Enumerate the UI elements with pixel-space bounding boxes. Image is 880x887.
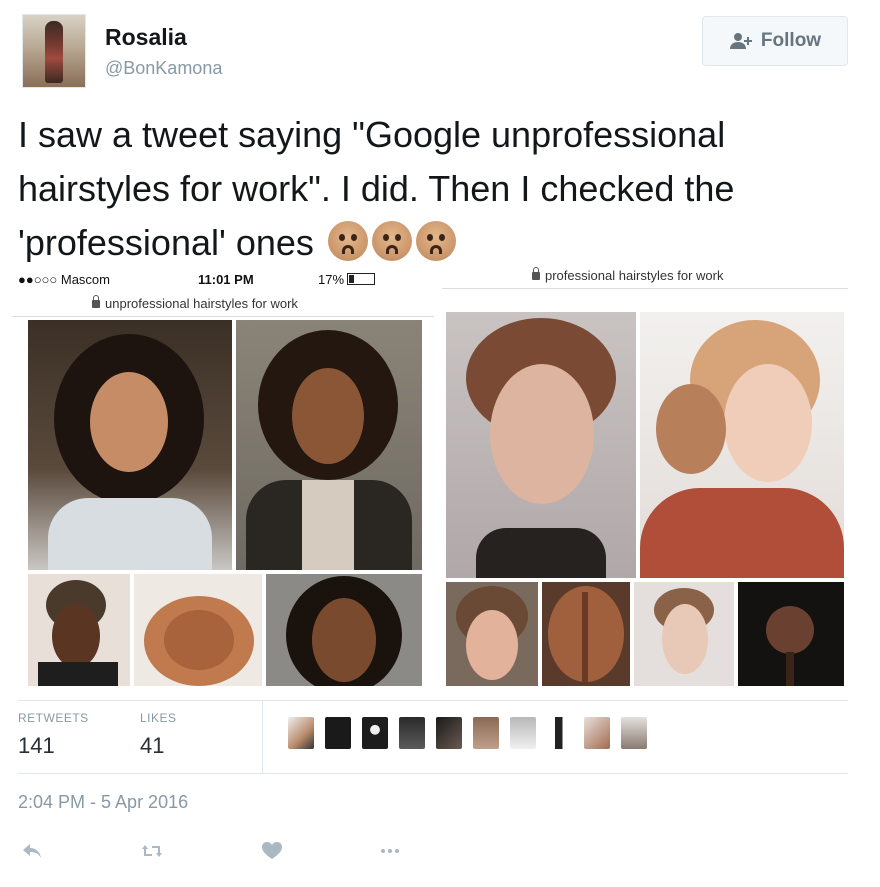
liker-avatar[interactable] [362,717,388,749]
tweet-line: hairstyles for work". I did. Then I chec… [18,168,735,209]
image-thumb[interactable] [446,582,538,686]
search-url: professional hairstyles for work [532,267,724,283]
avatar[interactable] [22,14,86,88]
liker-avatar[interactable] [584,717,610,749]
author-handle[interactable]: @BonKamona [105,58,222,79]
liker-avatar[interactable] [510,717,536,749]
retweets-count: 141 [18,733,55,758]
image-thumb[interactable] [28,320,232,570]
clock: 11:01 PM [198,271,254,287]
retweets-stat[interactable]: RETWEETS 141 [18,711,89,759]
lock-icon [92,295,100,308]
see-no-evil-emoji-icon [327,221,368,261]
like-button[interactable] [258,838,286,864]
carrier: ●●○○○ Mascom [18,271,110,287]
retweet-button[interactable] [138,838,166,864]
likes-count: 41 [140,733,165,758]
tweet-timestamp[interactable]: 2:04 PM - 5 Apr 2016 [18,792,188,813]
like-icon [262,842,282,859]
see-no-evil-emoji-icon [371,221,412,261]
liker-avatar[interactable] [436,717,462,749]
lock-icon [532,267,540,280]
stats-divider [262,701,263,773]
image-thumb[interactable] [266,574,422,686]
liker-avatar[interactable] [547,717,573,749]
liker-avatar[interactable] [621,717,647,749]
retweets-label: RETWEETS [18,711,89,725]
image-thumb[interactable] [634,582,734,686]
tweet-actions [18,838,438,864]
tweet-line: I saw a tweet saying "Google unprofessio… [18,114,726,155]
tweet-media[interactable]: ●●○○○ Mascom 11:01 PM 17% unprofessional… [12,262,848,694]
search-url-text: professional hairstyles for work [545,268,724,283]
image-thumb[interactable] [640,312,844,578]
image-thumb[interactable] [134,574,262,686]
search-url: unprofessional hairstyles for work [92,295,298,311]
professional-screenshot[interactable]: professional hairstyles for work [442,262,848,694]
tweet-line-text: 'professional' ones [18,222,314,263]
reply-button[interactable] [18,838,46,864]
follow-button[interactable]: Follow [702,16,848,66]
retweet-icon [142,845,162,857]
battery-percent: 17% [318,271,345,287]
battery-icon [347,272,376,285]
follow-label: Follow [760,30,822,51]
more-icon [381,849,399,853]
unprofessional-screenshot[interactable]: ●●○○○ Mascom 11:01 PM 17% unprofessional… [12,262,434,694]
more-button[interactable] [376,838,404,864]
phone-status-bar: ●●○○○ Mascom 11:01 PM 17% [18,270,428,288]
liker-avatar[interactable] [473,717,499,749]
reply-icon [23,844,41,858]
image-thumb[interactable] [28,574,130,686]
author-name[interactable]: Rosalia [105,24,187,51]
tweet-text: I saw a tweet saying "Google unprofessio… [18,108,858,270]
see-no-evil-emoji-icon [415,221,456,261]
liker-avatar[interactable] [325,717,351,749]
likes-stat[interactable]: LIKES 41 [140,711,177,759]
image-thumb[interactable] [236,320,422,570]
image-thumb[interactable] [446,312,636,578]
liker-avatar[interactable] [288,717,314,749]
image-thumb[interactable] [542,582,630,686]
likes-label: LIKES [140,711,177,725]
battery: 17% [318,271,376,287]
search-url-text: unprofessional hairstyles for work [105,296,298,311]
liker-avatar[interactable] [399,717,425,749]
tweet-stats: RETWEETS 141 LIKES 41 [18,700,848,774]
image-thumb[interactable] [738,582,844,686]
add-user-icon [729,33,752,49]
liker-avatars [288,717,647,749]
